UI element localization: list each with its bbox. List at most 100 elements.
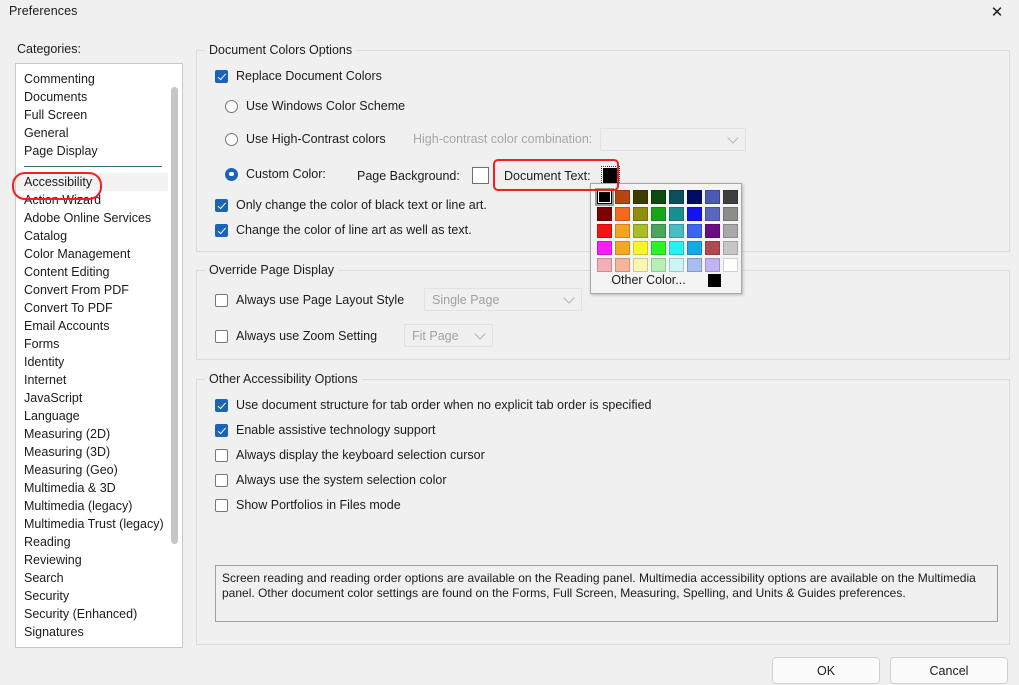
category-item-forms[interactable]: Forms: [16, 335, 168, 353]
color-picker-dropdown[interactable]: Other Color...: [590, 183, 742, 294]
color-swatch-18[interactable]: [633, 224, 648, 238]
always-zoom-setting-checkbox[interactable]: Always use Zoom Setting: [215, 329, 377, 343]
color-swatch-7[interactable]: [723, 190, 738, 204]
color-swatch-5[interactable]: [687, 190, 702, 204]
color-swatch-3[interactable]: [651, 190, 666, 204]
category-item-color-management[interactable]: Color Management: [16, 245, 168, 263]
category-item-documents[interactable]: Documents: [16, 88, 168, 106]
color-swatch-19[interactable]: [651, 224, 666, 238]
color-swatch-10[interactable]: [633, 207, 648, 221]
zoom-setting-select[interactable]: Fit Page: [404, 324, 493, 347]
categories-scrollbar[interactable]: [168, 65, 181, 646]
color-swatch-14[interactable]: [705, 207, 720, 221]
only-change-black-text-checkbox[interactable]: Only change the color of black text or l…: [215, 198, 487, 212]
category-item-measuring-3d[interactable]: Measuring (3D): [16, 443, 168, 461]
category-item-signatures[interactable]: Signatures: [16, 623, 168, 641]
category-item-javascript[interactable]: JavaScript: [16, 389, 168, 407]
color-swatch-37[interactable]: [687, 258, 702, 272]
color-swatch-22[interactable]: [705, 224, 720, 238]
category-item-adobe-online-services[interactable]: Adobe Online Services: [16, 209, 168, 227]
color-swatch-8[interactable]: [597, 207, 612, 221]
color-swatch-32[interactable]: [597, 258, 612, 272]
other-color-row[interactable]: Other Color...: [591, 271, 741, 289]
category-item-measuring-geo[interactable]: Measuring (Geo): [16, 461, 168, 479]
category-item-convert-from-pdf[interactable]: Convert From PDF: [16, 281, 168, 299]
color-swatch-1[interactable]: [615, 190, 630, 204]
category-item-language[interactable]: Language: [16, 407, 168, 425]
color-swatch-21[interactable]: [687, 224, 702, 238]
color-swatch-15[interactable]: [723, 207, 738, 221]
page-background-control[interactable]: Page Background:: [357, 167, 489, 184]
category-item-accessibility[interactable]: Accessibility: [16, 173, 168, 191]
page-layout-style-select[interactable]: Single Page: [424, 288, 582, 311]
category-item-measuring-2d[interactable]: Measuring (2D): [16, 425, 168, 443]
other-accessibility-checkbox-2[interactable]: Always display the keyboard selection cu…: [215, 448, 485, 462]
color-swatch-2[interactable]: [633, 190, 648, 204]
categories-scrollbar-thumb[interactable]: [171, 87, 178, 544]
color-swatch-0[interactable]: [597, 190, 612, 204]
category-item-general[interactable]: General: [16, 124, 168, 142]
other-color-current-swatch[interactable]: [708, 274, 721, 287]
category-item-search[interactable]: Search: [16, 569, 168, 587]
color-swatch-13[interactable]: [687, 207, 702, 221]
category-item-commenting[interactable]: Commenting: [16, 70, 168, 88]
color-swatch-16[interactable]: [597, 224, 612, 238]
custom-color-radio[interactable]: Custom Color:: [225, 167, 326, 181]
other-accessibility-checkbox-0[interactable]: Use document structure for tab order whe…: [215, 398, 652, 412]
category-item-internet[interactable]: Internet: [16, 371, 168, 389]
category-item-reviewing[interactable]: Reviewing: [16, 551, 168, 569]
page-background-color-swatch[interactable]: [472, 167, 489, 184]
close-icon[interactable]: ✕: [975, 0, 1019, 25]
category-item-content-editing[interactable]: Content Editing: [16, 263, 168, 281]
category-item-catalog[interactable]: Catalog: [16, 227, 168, 245]
color-swatch-20[interactable]: [669, 224, 684, 238]
other-accessibility-checkbox-4[interactable]: Show Portfolios in Files mode: [215, 498, 401, 512]
high-contrast-combination-select[interactable]: [600, 128, 746, 151]
other-accessibility-checkbox-1[interactable]: Enable assistive technology support: [215, 423, 435, 437]
cancel-button[interactable]: Cancel: [890, 657, 1008, 684]
category-item-action-wizard[interactable]: Action Wizard: [16, 191, 168, 209]
color-swatch-17[interactable]: [615, 224, 630, 238]
category-item-multimedia-legacy[interactable]: Multimedia (legacy): [16, 497, 168, 515]
color-swatch-28[interactable]: [669, 241, 684, 255]
color-swatch-11[interactable]: [651, 207, 666, 221]
color-swatch-24[interactable]: [597, 241, 612, 255]
color-swatch-30[interactable]: [705, 241, 720, 255]
category-item-identity[interactable]: Identity: [16, 353, 168, 371]
use-windows-color-scheme-radio[interactable]: Use Windows Color Scheme: [225, 99, 405, 113]
color-swatch-34[interactable]: [633, 258, 648, 272]
color-swatch-4[interactable]: [669, 190, 684, 204]
other-accessibility-checkbox-3[interactable]: Always use the system selection color: [215, 473, 447, 487]
color-swatch-6[interactable]: [705, 190, 720, 204]
always-page-layout-style-checkbox[interactable]: Always use Page Layout Style: [215, 293, 404, 307]
color-swatch-27[interactable]: [651, 241, 666, 255]
color-swatch-31[interactable]: [723, 241, 738, 255]
replace-document-colors-checkbox[interactable]: Replace Document Colors: [215, 69, 382, 83]
category-item-multimedia-3d[interactable]: Multimedia & 3D: [16, 479, 168, 497]
category-item-email-accounts[interactable]: Email Accounts: [16, 317, 168, 335]
category-item-full-screen[interactable]: Full Screen: [16, 106, 168, 124]
change-line-art-checkbox[interactable]: Change the color of line art as well as …: [215, 223, 472, 237]
category-item-page-display[interactable]: Page Display: [16, 142, 168, 160]
category-item-convert-to-pdf[interactable]: Convert To PDF: [16, 299, 168, 317]
color-swatch-39[interactable]: [723, 258, 738, 272]
categories-list[interactable]: CommentingDocumentsFull ScreenGeneralPag…: [15, 63, 183, 648]
color-swatch-9[interactable]: [615, 207, 630, 221]
category-item-security-enhanced[interactable]: Security (Enhanced): [16, 605, 168, 623]
color-swatch-33[interactable]: [615, 258, 630, 272]
color-swatch-29[interactable]: [687, 241, 702, 255]
color-swatch-grid[interactable]: [596, 189, 740, 274]
use-high-contrast-colors-radio[interactable]: Use High-Contrast colors: [225, 132, 386, 146]
category-item-reading[interactable]: Reading: [16, 533, 168, 551]
chevron-down-icon: [563, 292, 574, 303]
category-item-security[interactable]: Security: [16, 587, 168, 605]
color-swatch-35[interactable]: [651, 258, 666, 272]
color-swatch-12[interactable]: [669, 207, 684, 221]
color-swatch-26[interactable]: [633, 241, 648, 255]
ok-button[interactable]: OK: [772, 657, 880, 684]
color-swatch-23[interactable]: [723, 224, 738, 238]
category-item-multimedia-trust-legacy[interactable]: Multimedia Trust (legacy): [16, 515, 168, 533]
color-swatch-36[interactable]: [669, 258, 684, 272]
color-swatch-25[interactable]: [615, 241, 630, 255]
color-swatch-38[interactable]: [705, 258, 720, 272]
